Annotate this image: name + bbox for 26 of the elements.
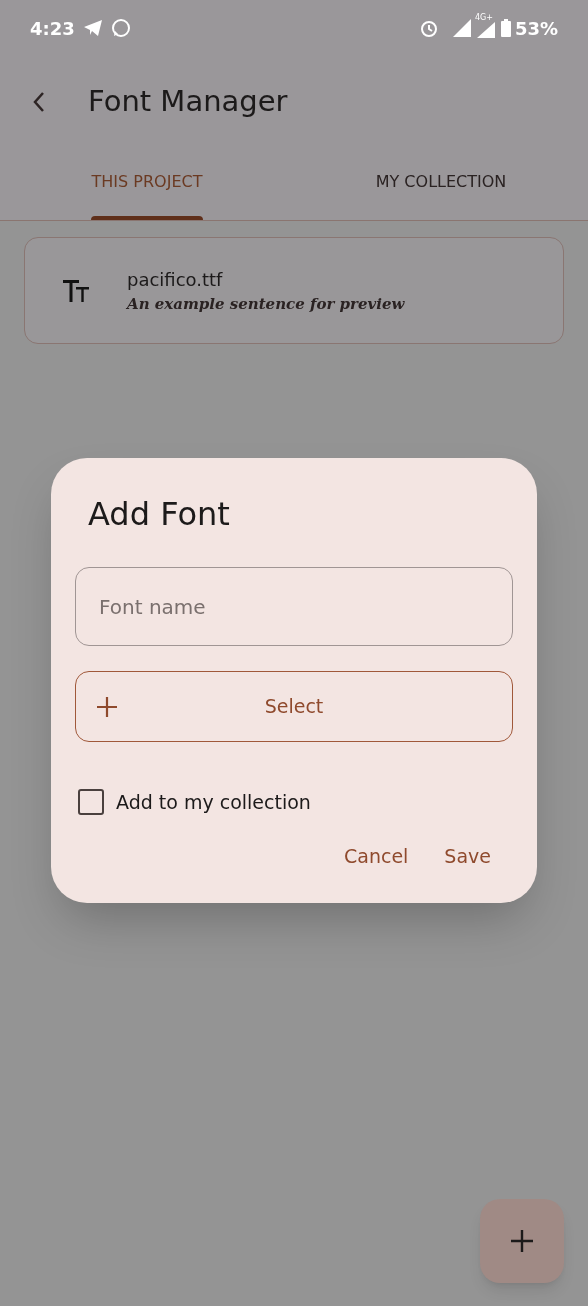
checkbox-label: Add to my collection (116, 790, 311, 815)
tab[interactable]: THIS PROJECT (0, 148, 294, 220)
text-size-icon (63, 279, 89, 302)
battery-percent: 53% (514, 16, 558, 41)
dialog-action-button[interactable]: Save (428, 836, 507, 877)
font-preview: An example sentence for preview (127, 293, 405, 315)
select-button[interactable]: Select (75, 671, 513, 742)
clock: 4:23 (30, 16, 75, 41)
battery-icon (500, 19, 511, 37)
paper-plane-icon (82, 19, 103, 37)
dialog-action-button[interactable]: Cancel (328, 836, 425, 877)
chat-bubble-icon (110, 18, 131, 38)
signal-icon (452, 19, 471, 37)
signal-icon (476, 22, 495, 38)
dialog-title: Add Font (88, 494, 231, 534)
alarm-icon (418, 18, 439, 38)
font-name-field[interactable]: Font name (75, 567, 513, 646)
font-file-name: pacifico.ttf (127, 267, 224, 292)
tab[interactable]: MY COLLECTION (294, 148, 588, 220)
font-card[interactable]: pacifico.ttf An example sentence for preview (24, 237, 564, 344)
back-icon[interactable] (32, 91, 46, 113)
network-type: 4G+ (474, 12, 493, 24)
plus-icon (97, 696, 117, 717)
plus-icon (511, 1230, 533, 1252)
screen-title: Font Manager (88, 83, 288, 121)
checkbox[interactable] (78, 789, 104, 816)
